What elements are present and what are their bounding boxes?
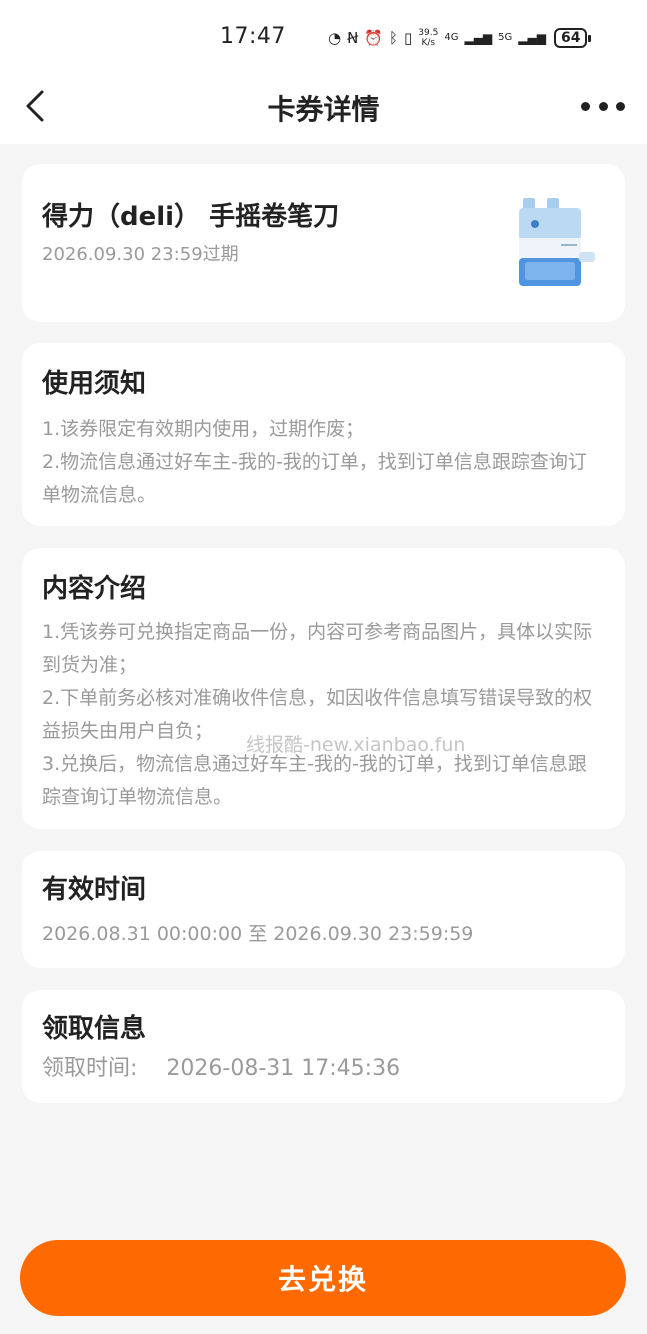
speed-gauge-icon: ◔ bbox=[328, 28, 342, 47]
expire-date: 2026.09.30 23:59过期 bbox=[42, 244, 239, 265]
more-dot-icon bbox=[616, 101, 625, 111]
bluetooth-icon: ᛒ bbox=[389, 28, 399, 47]
net-speed-value: 39.5 bbox=[418, 28, 439, 38]
alarm-icon: ⏰ bbox=[364, 28, 384, 47]
battery-indicator: 64 bbox=[553, 28, 593, 48]
receive-time: 2026-08-31 17:45:36 bbox=[166, 1056, 401, 1081]
net-speed-unit: K/s bbox=[421, 38, 436, 48]
usage-text: 1.该券限定有效期内使用，过期作废； 2.物流信息通过好车主-我的-我的订单，找… bbox=[42, 413, 599, 512]
more-dot-icon bbox=[598, 101, 608, 111]
page-title: 卡券详情 bbox=[267, 93, 380, 126]
product-card: 得力（deli） 手摇卷笔刀 2026.09.30 23:59过期 bbox=[22, 164, 625, 322]
content-title: 内容介绍 bbox=[42, 574, 147, 604]
usage-line: 1.该券限定有效期内使用，过期作废； bbox=[42, 418, 365, 440]
receive-info-card: 领取信息 领取时间: 2026-08-31 17:45:36 bbox=[22, 990, 625, 1103]
more-options-button[interactable] bbox=[581, 96, 625, 116]
watermark: 线报酷-new.xianbao.fun bbox=[246, 734, 466, 756]
signal-5g-label: 5G bbox=[498, 32, 513, 43]
usage-notice-card: 使用须知 1.该券限定有效期内使用，过期作废； 2.物流信息通过好车主-我的-我… bbox=[22, 343, 625, 526]
redeem-button[interactable]: 去兑换 bbox=[20, 1240, 626, 1316]
validity-card: 有效时间 2026.08.31 00:00:00 至 2026.09.30 23… bbox=[22, 851, 625, 968]
signal-5g-bars-icon: ▂▄▆ bbox=[518, 31, 546, 45]
usage-line: 2.物流信息通过好车主-我的-我的订单，找到订单信息跟踪查询订单物流信息。 bbox=[42, 451, 587, 506]
receive-title: 领取信息 bbox=[42, 1014, 147, 1044]
product-name: 得力（deli） 手摇卷笔刀 bbox=[42, 202, 340, 232]
content-intro-card: 内容介绍 1.凭该券可兑换指定商品一份，内容可参考商品图片，具体以实际到货为准；… bbox=[22, 548, 625, 829]
usage-title: 使用须知 bbox=[42, 369, 147, 399]
content-line: 3.兑换后，物流信息通过好车主-我的-我的订单，找到订单信息跟踪查询订单物流信息… bbox=[42, 753, 587, 808]
validity-range: 2026.08.31 00:00:00 至 2026.09.30 23:59:5… bbox=[42, 923, 474, 945]
status-bar: 17:47 ◔ Ꞥ ⏰ ᛒ ▯ 39.5 K/s 4G ▂▄▆ 5G ▂▄▆ 6… bbox=[0, 0, 647, 70]
validity-title: 有效时间 bbox=[42, 875, 147, 905]
status-time: 17:47 bbox=[220, 24, 286, 49]
content-text: 1.凭该券可兑换指定商品一份，内容可参考商品图片，具体以实际到货为准； 2.下单… bbox=[42, 616, 599, 814]
pencil-sharpener-image bbox=[519, 198, 595, 286]
receive-label: 领取时间: bbox=[42, 1056, 138, 1081]
signal-4g-label: 4G bbox=[444, 32, 459, 43]
content-line: 1.凭该券可兑换指定商品一份，内容可参考商品图片，具体以实际到货为准； bbox=[42, 621, 593, 676]
vibrate-icon: ▯ bbox=[404, 28, 413, 47]
nav-bar: 卡券详情 bbox=[0, 70, 647, 144]
nfc-icon: Ꞥ bbox=[347, 28, 359, 47]
receive-row: 领取时间: 2026-08-31 17:45:36 bbox=[42, 1052, 599, 1085]
signal-4g-bars-icon: ▂▄▆ bbox=[464, 31, 493, 45]
more-dot-icon bbox=[581, 101, 590, 111]
status-icons: ◔ Ꞥ ⏰ ᛒ ▯ 39.5 K/s 4G ▂▄▆ 5G ▂▄▆ 64 bbox=[328, 26, 593, 50]
net-speed: 39.5 K/s bbox=[418, 28, 438, 48]
